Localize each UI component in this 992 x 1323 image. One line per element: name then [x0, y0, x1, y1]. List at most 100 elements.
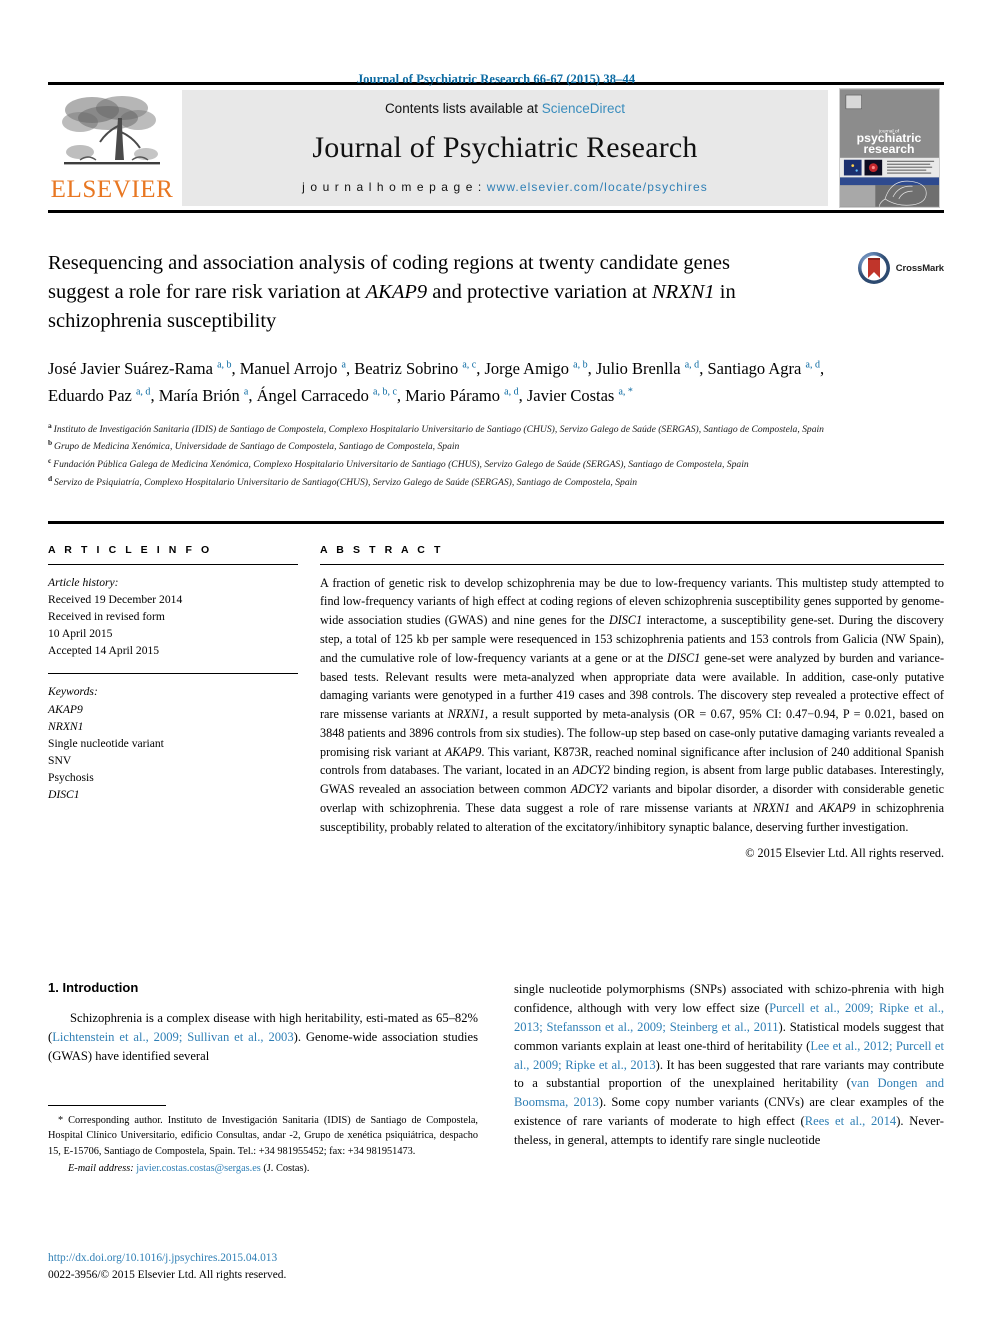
- footnote-block: * Corresponding author. Instituto de Inv…: [48, 1105, 478, 1177]
- author-name: Santiago Agra: [707, 359, 806, 379]
- author-name: Javier Costas: [526, 386, 619, 406]
- author-name: José Javier Suárez-Rama: [48, 359, 218, 379]
- title-gene-akap9: AKAP9: [365, 281, 428, 304]
- author-affiliation-marker: a, d: [135, 386, 151, 398]
- author-affiliation-marker: a, d: [504, 386, 519, 398]
- running-head: Journal of Psychiatric Research 66-67 (2…: [356, 72, 636, 86]
- author-name: Manuel Arrojo: [239, 359, 342, 379]
- gene-symbol: AKAP9: [444, 744, 482, 759]
- author-separator: ,: [587, 359, 596, 379]
- keyword-item: Psychosis: [48, 771, 94, 785]
- doi-link[interactable]: http://dx.doi.org/10.1016/j.jpsychires.2…: [48, 1250, 488, 1267]
- title-row: Resequencing and association analysis of…: [48, 249, 944, 336]
- journal-homepage-line: j o u r n a l h o m e p a g e : www.else…: [302, 180, 708, 194]
- crossmark-label: CrossMark: [895, 262, 944, 274]
- gene-symbol: DISC1: [608, 613, 643, 628]
- journal-cover-thumbnail: journal of psychiatric research: [834, 88, 944, 208]
- affiliation-list: a Instituto de Investigación Sanitaria (…: [48, 420, 928, 491]
- author-affiliation-marker: a, b: [217, 359, 232, 371]
- footnote-divider: [48, 1105, 166, 1106]
- email-link[interactable]: javier.costas.costas@sergas.es: [136, 1163, 261, 1174]
- keyword-item: SNV: [48, 754, 72, 768]
- intro-paragraph-left: Schizophrenia is a complex disease with …: [48, 1009, 478, 1066]
- author-separator: ,: [396, 386, 406, 406]
- author-affiliation-marker: a, b: [573, 359, 588, 371]
- author-separator: ,: [150, 386, 159, 406]
- elsevier-logo: ELSEVIER: [48, 90, 176, 206]
- abstract-heading: A B S T R A C T: [320, 543, 444, 556]
- title-line-2b: and: [427, 281, 462, 304]
- author-separator: ,: [345, 359, 355, 379]
- title-line-1: Resequencing and association analysis of…: [48, 252, 595, 274]
- author-name: Mario Páramo: [405, 386, 505, 406]
- author-name: Beatriz Sobrino: [354, 359, 463, 379]
- article-page: Journal of Psychiatric Research 66-67 (2…: [0, 0, 992, 1323]
- author-affiliation-marker: a, *: [618, 386, 633, 398]
- affiliation-item: d Servizo de Psiquiatría, Complexo Hospi…: [48, 473, 928, 491]
- author-separator: ,: [819, 359, 825, 379]
- abstract-column: A B S T R A C T A fraction of genetic ri…: [320, 544, 944, 861]
- article-history-line: Accepted 14 April 2015: [48, 644, 160, 658]
- email-note: E-mail address: javier.costas.costas@ser…: [48, 1161, 478, 1176]
- affiliation-text: Instituto de Investigación Sanitaria (ID…: [53, 423, 824, 435]
- section-heading-introduction: 1. Introduction: [48, 980, 139, 995]
- crossmark-badge[interactable]: CrossMark: [824, 249, 944, 290]
- author-name: María Brión: [158, 386, 244, 406]
- corresponding-author-note: * Corresponding author. Instituto de Inv…: [48, 1115, 478, 1157]
- journal-title: Journal of Psychiatric Research: [312, 131, 698, 164]
- article-history-line: Received 19 December 2014: [48, 592, 183, 606]
- abstract-text: A fraction of genetic risk to develop sc…: [320, 574, 944, 837]
- masthead-center: Contents lists available at ScienceDirec…: [182, 90, 828, 206]
- homepage-prefix: j o u r n a l h o m e p a g e :: [302, 180, 487, 194]
- keyword-item: AKAP9: [48, 702, 83, 716]
- author-separator: ,: [518, 386, 527, 406]
- gene-symbol: NRXN1: [752, 801, 791, 816]
- elsevier-wordmark: ELSEVIER: [50, 176, 174, 203]
- author-name: Julio Brenlla: [595, 359, 685, 379]
- page-title: Resequencing and association analysis of…: [48, 249, 788, 336]
- title-container: Resequencing and association analysis of…: [48, 249, 824, 336]
- journal-homepage-url[interactable]: www.elsevier.com/locate/psychires: [487, 180, 708, 194]
- affiliation-item: c Fundación Pública Galega de Medicina X…: [48, 455, 928, 473]
- article-history-line: Received in revised form: [48, 609, 165, 623]
- author-name: Ángel Carracedo: [256, 386, 373, 406]
- article-info-column: A R T I C L E I N F O Article history: R…: [48, 544, 320, 861]
- doi-block: http://dx.doi.org/10.1016/j.jpsychires.2…: [48, 1250, 488, 1284]
- gene-symbol: ADCY2: [572, 763, 610, 778]
- intro-paragraph-right: single nucleotide polymorphisms (SNPs) a…: [514, 980, 944, 1150]
- keywords-label: Keywords:: [48, 685, 98, 699]
- author-name: Jorge Amigo: [484, 359, 574, 379]
- contents-available-line: Contents lists available at ScienceDirec…: [385, 101, 625, 116]
- author-affiliation-marker: a, d: [805, 359, 820, 371]
- abstract-copyright: © 2015 Elsevier Ltd. All rights reserved…: [745, 845, 944, 860]
- citation-link[interactable]: Rees et al., 2014: [805, 1114, 896, 1128]
- journal-cover-icon: journal of psychiatric research: [838, 88, 940, 208]
- affiliation-text: Fundación Pública Galega de Medicina Xen…: [53, 459, 749, 471]
- affiliation-item: a Instituto de Investigación Sanitaria (…: [48, 420, 928, 438]
- info-abstract-panel: A R T I C L E I N F O Article history: R…: [48, 520, 944, 861]
- email-suffix: (J. Costas).: [263, 1163, 310, 1175]
- citation-link[interactable]: Lichtenstein et al., 2009; Sullivan et a…: [52, 1030, 293, 1044]
- gene-symbol: DISC1: [667, 650, 701, 665]
- keyword-item: Single nucleotide variant: [48, 736, 164, 750]
- author-separator: ,: [231, 359, 240, 379]
- article-history-label: Article history:: [48, 575, 119, 589]
- affiliation-text: Grupo de Medicina Xenómica, Universidade…: [54, 441, 460, 453]
- keyword-item: NRXN1: [48, 719, 84, 733]
- article-history-line: 10 April 2015: [48, 627, 113, 641]
- svg-text:research: research: [863, 142, 914, 156]
- gene-symbol: AKAP9: [818, 801, 856, 816]
- issn-copyright-line: 0022-3956/© 2015 Elsevier Ltd. All right…: [48, 1269, 287, 1282]
- author-separator: ,: [476, 359, 485, 379]
- author-affiliation-marker: a, b, c: [373, 386, 397, 398]
- crossmark-icon: [857, 252, 890, 284]
- keyword-item: DISC1: [48, 788, 80, 802]
- elsevier-tree-icon: [62, 96, 160, 165]
- article-info-heading: A R T I C L E I N F O: [48, 543, 213, 556]
- affiliation-item: b Grupo de Medicina Xenómica, Universida…: [48, 437, 928, 455]
- sciencedirect-link[interactable]: ScienceDirect: [542, 101, 625, 116]
- title-line-3a: protective variation at: [467, 281, 652, 304]
- gene-symbol: NRXN1: [447, 707, 486, 722]
- affiliation-text: Servizo de Psiquiatría, Complexo Hospita…: [54, 477, 638, 489]
- abstract-run: and: [790, 801, 819, 816]
